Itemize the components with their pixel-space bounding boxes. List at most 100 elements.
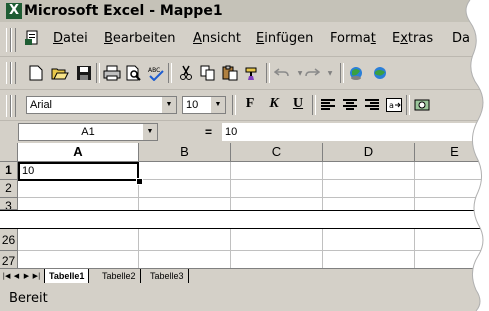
worksheet-grid[interactable]: A B C D E 1 2 3 10 26 27 [0,143,489,269]
column-header-a[interactable]: A [18,143,139,162]
column-header-label: E [450,144,459,159]
toolbar-separator [232,95,236,115]
align-left-icon[interactable] [318,95,338,115]
excel-window: X Microsoft Excel - Mappe1 Datei Bearbei… [0,0,489,311]
formula-bar: A1 ▼ = 10 [0,122,489,142]
hyperlink-icon[interactable] [346,63,366,83]
title-bar[interactable]: X Microsoft Excel - Mappe1 [0,0,489,22]
menu-einfuegen[interactable]: Einfügen [256,30,313,48]
formatting-toolbar-grip-2[interactable] [11,95,16,117]
row-header-3[interactable]: 3 [0,198,18,210]
toolbar-separator [168,63,172,83]
menu-daten[interactable]: Da [452,30,470,48]
row-header-2[interactable]: 2 [0,180,18,198]
cut-icon[interactable] [176,63,196,83]
font-size-select[interactable]: 10 ▼ [182,96,226,114]
sheet-tab-tabelle3[interactable]: Tabelle3 [146,269,189,283]
print-icon[interactable] [102,63,122,83]
gridline [18,197,489,198]
menu-extras-label-a: E [392,31,401,46]
name-box-value: A1 [81,126,95,138]
spelling-icon[interactable]: ABC [146,63,166,83]
formula-input[interactable]: 10 [222,123,489,141]
column-header-label: D [363,144,374,159]
font-name-value: Arial [30,99,53,111]
gridline [230,229,231,269]
column-header-label: B [180,144,189,159]
toolbar-separator [340,63,344,83]
font-name-dropdown-icon[interactable]: ▼ [161,97,176,113]
save-icon[interactable] [74,63,94,83]
align-center-icon[interactable] [340,95,360,115]
column-header-label: C [271,144,282,159]
underline-button[interactable]: U [288,94,308,114]
gridline [322,229,323,269]
row-header-27[interactable]: 27 [0,251,18,269]
document-menu-icon[interactable] [24,30,40,46]
sheet-tab-tabelle1[interactable]: Tabelle1 [44,269,90,283]
name-box-dropdown-icon[interactable]: ▼ [142,124,157,140]
next-sheet-icon[interactable]: ▶ [22,270,31,282]
menu-format[interactable]: Format [330,30,376,48]
menu-ansicht-label: nsicht [201,31,242,46]
excel-x-icon[interactable]: X [6,3,22,19]
redo-icon[interactable] [302,63,322,83]
toolbar-separator [406,95,410,115]
paste-icon[interactable] [220,63,240,83]
prev-sheet-icon[interactable]: ◀ [12,270,21,282]
status-text: Bereit [9,291,48,306]
currency-icon[interactable] [412,95,432,115]
format-painter-icon[interactable] [242,63,262,83]
standard-toolbar-grip-2[interactable] [11,62,16,84]
fill-handle[interactable] [136,178,143,185]
row-header-1[interactable]: 1 [0,162,18,180]
gridline [322,162,323,210]
web-toolbar-icon[interactable] [370,63,390,83]
menu-einfuegen-label: infügen [264,31,314,46]
new-icon[interactable] [26,63,46,83]
formula-equals[interactable]: = [205,123,212,141]
sheet-tabs-bar: |◀ ◀ ▶ ▶| Tabelle1 Tabelle2 Tabelle3 [0,268,489,285]
status-bar: Bereit [0,288,489,311]
column-header-label: A [73,144,83,159]
active-cell-a1[interactable] [18,162,139,181]
sheet-tab-tabelle2[interactable]: Tabelle2 [98,269,141,283]
menu-ansicht[interactable]: Ansicht [193,30,241,48]
select-all-corner[interactable] [0,143,18,162]
cell-a1[interactable]: 10 [22,165,34,177]
open-icon[interactable] [50,63,70,83]
last-sheet-icon[interactable]: ▶| [32,270,41,282]
menu-extras[interactable]: Extras [392,30,433,48]
column-header-c[interactable]: C [231,143,323,162]
row-header-26[interactable]: 26 [0,229,18,251]
column-header-d[interactable]: D [323,143,415,162]
menu-bearbeiten[interactable]: Bearbeiten [104,30,175,48]
copy-icon[interactable] [198,63,218,83]
print-preview-icon[interactable] [124,63,144,83]
svg-text:ABC: ABC [148,67,160,74]
italic-button[interactable]: K [264,94,284,114]
first-sheet-icon[interactable]: |◀ [2,270,11,282]
svg-text:a: a [389,101,394,110]
undo-icon[interactable] [272,63,292,83]
name-box[interactable]: A1 ▼ [18,123,158,141]
toolbar-separator [312,95,316,115]
column-header-e[interactable]: E [415,143,489,162]
redo-dropdown-icon[interactable]: ▼ [320,63,340,83]
menu-bearbeiten-label: earbeiten [112,31,176,46]
menu-format-label-a: Forma [330,31,371,46]
toolbar-separator [266,63,270,83]
menu-bar-grip-2[interactable] [11,28,16,52]
merge-center-icon[interactable]: a [384,95,404,115]
menu-daten-label: Da [452,31,470,46]
bold-button[interactable]: F [240,94,260,114]
menu-datei[interactable]: Datei [53,30,88,48]
column-header-b[interactable]: B [139,143,231,162]
split-gap [0,210,489,229]
font-size-value: 10 [186,99,199,111]
align-right-icon[interactable] [362,95,382,115]
font-name-select[interactable]: Arial ▼ [26,96,177,114]
menu-extras-label-b: tras [407,31,434,46]
toolbar-separator [96,63,100,83]
font-size-dropdown-icon[interactable]: ▼ [210,97,225,113]
